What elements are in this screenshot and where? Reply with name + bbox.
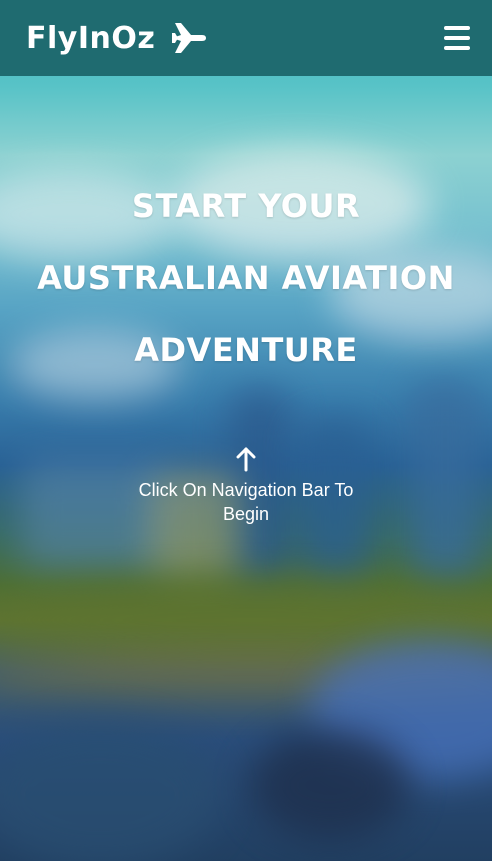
- navigation-hint: Click On Navigation Bar To Begin: [0, 446, 492, 526]
- hamburger-menu-button[interactable]: [444, 26, 472, 50]
- hint-text: Click On Navigation Bar To Begin: [138, 480, 354, 524]
- brand-name: FlyInOz: [26, 20, 156, 56]
- hero-background-image: [0, 0, 492, 861]
- hero-headline: START YOUR AUSTRALIAN AVIATION ADVENTURE: [0, 170, 492, 386]
- brand-logo[interactable]: FlyInOz: [26, 21, 207, 56]
- headline-line: AUSTRALIAN AVIATION: [37, 259, 455, 297]
- plane-icon: [172, 23, 207, 53]
- arrow-up-icon: [236, 447, 256, 472]
- navigation-bar: FlyInOz: [0, 0, 492, 76]
- headline-line: START YOUR: [131, 187, 361, 225]
- hamburger-menu-icon: [444, 26, 470, 30]
- headline-line: ADVENTURE: [134, 331, 358, 369]
